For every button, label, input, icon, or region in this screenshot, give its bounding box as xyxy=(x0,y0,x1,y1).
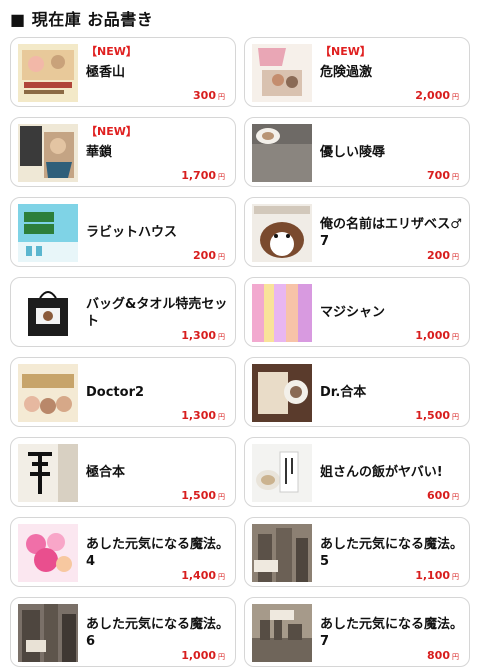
product-title: 極合本 xyxy=(86,465,126,480)
product-price: 1,500 円 xyxy=(415,409,459,422)
book-cover-icon xyxy=(18,124,78,182)
product-price: 600 円 xyxy=(427,489,459,502)
product-price: 700 円 xyxy=(427,169,459,182)
book-cover-icon xyxy=(18,44,78,102)
product-price: 1,300 円 xyxy=(181,409,225,422)
book-cover-icon xyxy=(18,604,78,662)
product-title: 極香山 xyxy=(86,65,126,80)
product-card[interactable]: ラビットハウス 200 円 xyxy=(10,197,236,267)
product-card[interactable]: 極合本 1,500 円 xyxy=(10,437,236,507)
product-price: 1,500 円 xyxy=(181,489,225,502)
book-cover-icon xyxy=(252,364,312,422)
product-card[interactable]: 優しい陵辱 700 円 xyxy=(244,117,470,187)
book-cover-icon xyxy=(18,204,78,262)
product-card[interactable]: マジシャン 1,000 円 xyxy=(244,277,470,347)
product-card[interactable]: あした元気になる魔法。4 1,400 円 xyxy=(10,517,236,587)
product-price: 300 円 xyxy=(193,89,225,102)
product-title: Doctor2 xyxy=(86,385,145,400)
product-price: 200 円 xyxy=(193,249,225,262)
product-price: 1,000 円 xyxy=(181,649,225,662)
book-cover-icon xyxy=(252,604,312,662)
product-card[interactable]: 【NEW】 極香山 300 円 xyxy=(10,37,236,107)
product-title: あした元気になる魔法。5 xyxy=(320,537,464,569)
product-card[interactable]: 【NEW】 華鎖 1,700 円 xyxy=(10,117,236,187)
new-badge: 【NEW】 xyxy=(86,125,137,138)
product-title: バッグ&タオル特売セット xyxy=(86,297,228,329)
product-title: ラビットハウス xyxy=(86,225,178,240)
book-cover-icon xyxy=(252,44,312,102)
product-card[interactable]: バッグ&タオル特売セット 1,300 円 xyxy=(10,277,236,347)
product-card[interactable]: Doctor2 1,300 円 xyxy=(10,357,236,427)
product-card[interactable]: あした元気になる魔法。7 800 円 xyxy=(244,597,470,667)
product-price: 1,300 円 xyxy=(181,329,225,342)
book-cover-icon xyxy=(252,524,312,582)
product-price: 2,000 円 xyxy=(415,89,459,102)
product-grid: 【NEW】 極香山 300 円 【NEW】 危険過激 2,000 円 【NEW】 華… xyxy=(0,0,480,672)
product-price: 200 円 xyxy=(427,249,459,262)
book-cover-icon xyxy=(18,364,78,422)
product-title: Dr.合本 xyxy=(320,385,367,400)
product-price: 1,000 円 xyxy=(415,329,459,342)
product-card[interactable]: 俺の名前はエリザベス♂7 200 円 xyxy=(244,197,470,267)
book-cover-icon xyxy=(252,444,312,502)
product-title: マジシャン xyxy=(320,305,386,320)
product-card[interactable]: あした元気になる魔法。5 1,100 円 xyxy=(244,517,470,587)
new-badge: 【NEW】 xyxy=(86,45,137,58)
product-title: 俺の名前はエリザベス♂7 xyxy=(320,217,462,249)
book-cover-icon xyxy=(252,124,312,182)
product-card[interactable]: 【NEW】 危険過激 2,000 円 xyxy=(244,37,470,107)
book-cover-icon xyxy=(252,204,312,262)
book-cover-icon xyxy=(18,524,78,582)
product-title: 優しい陵辱 xyxy=(320,145,386,160)
product-title: 華鎖 xyxy=(86,145,113,160)
product-title: あした元気になる魔法。7 xyxy=(320,617,464,649)
product-title: あした元気になる魔法。4 xyxy=(86,537,230,569)
new-badge: 【NEW】 xyxy=(320,45,371,58)
tote-bag-icon xyxy=(18,284,78,342)
product-price: 800 円 xyxy=(427,649,459,662)
product-title: 姐さんの飯がヤバい! xyxy=(320,465,443,480)
product-price: 1,400 円 xyxy=(181,569,225,582)
product-title: 危険過激 xyxy=(320,65,373,80)
product-price: 1,700 円 xyxy=(181,169,225,182)
product-price: 1,100 円 xyxy=(415,569,459,582)
product-card[interactable]: あした元気になる魔法。6 1,000 円 xyxy=(10,597,236,667)
book-cover-icon xyxy=(252,284,312,342)
product-title: あした元気になる魔法。6 xyxy=(86,617,230,649)
book-cover-icon xyxy=(18,444,78,502)
product-card[interactable]: 姐さんの飯がヤバい! 600 円 xyxy=(244,437,470,507)
product-card[interactable]: Dr.合本 1,500 円 xyxy=(244,357,470,427)
